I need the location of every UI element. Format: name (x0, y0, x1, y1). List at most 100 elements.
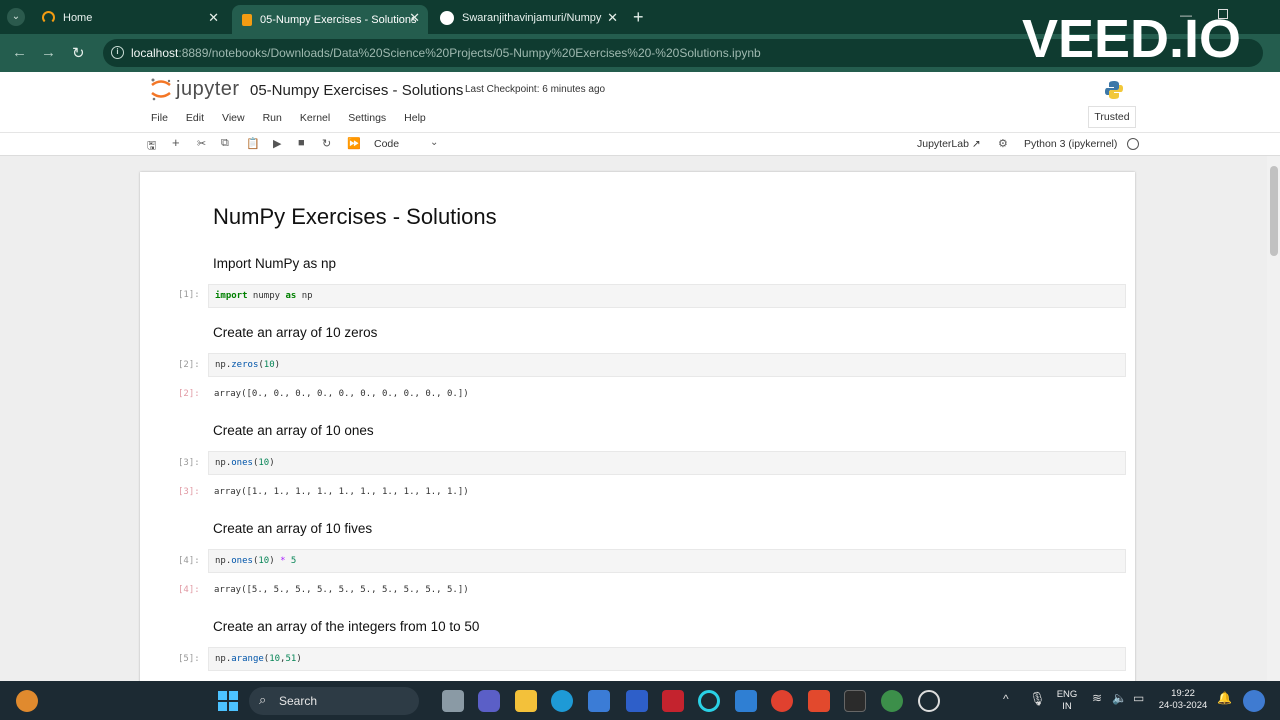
menu-edit[interactable]: Edit (186, 112, 204, 124)
terminal-icon[interactable] (844, 690, 866, 712)
notebook-favicon-icon (242, 13, 252, 26)
trusted-indicator[interactable]: Trusted (1088, 106, 1136, 128)
back-arrow-icon[interactable]: ← (12, 44, 27, 61)
mcafee-icon[interactable] (662, 690, 684, 712)
language-line2: IN (1062, 701, 1072, 712)
battery-icon[interactable]: ▭ (1133, 691, 1144, 705)
new-tab-button[interactable]: + (633, 7, 644, 28)
tab-search-button[interactable]: ⌄ (7, 8, 25, 26)
cell-output: array([1., 1., 1., 1., 1., 1., 1., 1., 1… (214, 487, 469, 497)
markdown-cell[interactable]: Create an array of 10 ones (213, 423, 374, 438)
jupyter-logo[interactable]: jupyter (150, 77, 240, 101)
clock[interactable]: 19:22 24-03-2024 (1153, 688, 1213, 712)
menu-bar: File Edit View Run Kernel Settings Help (151, 112, 444, 124)
site-info-icon[interactable]: i (111, 46, 124, 59)
code-cell[interactable]: np.arange(10,51) (208, 647, 1126, 671)
wifi-icon[interactable]: ≋ (1092, 691, 1102, 705)
paste-icon[interactable]: 📋 (246, 137, 260, 150)
stop-icon[interactable]: ■ (298, 137, 305, 149)
close-tab-icon[interactable]: ✕ (208, 10, 219, 26)
tab-home[interactable]: Home ✕ (32, 5, 227, 30)
menu-kernel[interactable]: Kernel (300, 112, 330, 124)
code-text: np.zeros(10) (215, 360, 281, 370)
cell-type-select[interactable]: Code (374, 138, 399, 150)
restart-icon[interactable]: ↻ (322, 137, 331, 150)
clock-time: 19:22 (1171, 688, 1195, 699)
insert-cell-icon[interactable]: + (172, 135, 180, 150)
task-view-icon[interactable] (442, 690, 464, 712)
store-icon[interactable] (588, 690, 610, 712)
copilot-icon[interactable] (1243, 690, 1265, 712)
jupyter-header: jupyter 05-Numpy Exercises - Solutions L… (0, 72, 1280, 156)
markdown-cell[interactable]: Import NumPy as np (213, 256, 336, 271)
run-icon[interactable]: ▶ (273, 137, 281, 150)
jupyterlab-link[interactable]: JupyterLab ↗ (917, 138, 981, 150)
close-tab-icon[interactable]: ✕ (607, 10, 618, 26)
search-label: Search (279, 694, 318, 708)
markdown-cell[interactable]: Create an array of the integers from 10 … (213, 619, 479, 634)
menu-help[interactable]: Help (404, 112, 426, 124)
code-cell[interactable]: np.ones(10) (208, 451, 1126, 475)
input-prompt: [2]: (178, 360, 200, 370)
cut-icon[interactable]: ✂ (197, 137, 206, 150)
menu-file[interactable]: File (151, 112, 168, 124)
jupyterlab-label: JupyterLab (917, 138, 969, 150)
jupyter-logo-icon (151, 78, 171, 101)
restart-run-all-icon[interactable]: ⏩ (347, 137, 361, 150)
teams-icon[interactable] (478, 690, 500, 712)
menu-settings[interactable]: Settings (348, 112, 386, 124)
notebook-title[interactable]: 05-Numpy Exercises - Solutions (250, 82, 463, 99)
jupyter-logo-text: jupyter (176, 77, 240, 100)
copy-icon[interactable]: ⧉ (221, 137, 229, 150)
markdown-cell[interactable]: Create an array of 10 fives (213, 521, 372, 536)
file-explorer-icon[interactable] (515, 690, 537, 712)
clock-date: 24-03-2024 (1158, 700, 1208, 711)
close-tab-icon[interactable]: ✕ (409, 10, 420, 26)
chevron-down-icon[interactable]: ⌄ (430, 137, 438, 148)
alexa-icon[interactable] (698, 690, 720, 712)
kernel-name[interactable]: Python 3 (ipykernel) (1024, 138, 1117, 150)
weather-widget-icon[interactable] (16, 690, 38, 712)
gear-icon[interactable]: ⚙ (998, 137, 1008, 150)
notebook-page: NumPy Exercises - Solutions Import NumPy… (140, 172, 1135, 681)
taskbar-search[interactable]: ⌕ Search (249, 687, 419, 715)
markdown-cell[interactable]: Create an array of 10 zeros (213, 325, 377, 340)
jupyter-favicon-icon (42, 11, 55, 24)
chrome-profile-icon[interactable] (881, 690, 903, 712)
output-prompt: [4]: (178, 585, 200, 595)
python-logo-icon (1104, 80, 1124, 105)
code-text: np.arange(10,51) (215, 654, 302, 664)
reload-icon[interactable]: ↻ (72, 44, 85, 62)
github-favicon-icon (440, 10, 454, 25)
windows-start-icon[interactable] (217, 690, 239, 712)
language-indicator[interactable]: ENG IN (1054, 689, 1080, 713)
volume-icon[interactable]: 🔈 (1112, 691, 1127, 705)
chrome-icon[interactable] (771, 690, 793, 712)
scrollbar[interactable] (1267, 156, 1280, 681)
forward-arrow-icon[interactable]: → (41, 44, 56, 61)
output-prompt: [3]: (178, 487, 200, 497)
tab-notebook[interactable]: 05-Numpy Exercises - Solutions ✕ (232, 5, 428, 34)
lync-icon[interactable] (626, 690, 648, 712)
notebook-toolbar: 🖫 + ✂ ⧉ 📋 ▶ ■ ↻ ⏩ Code ⌄ JupyterLab ↗ ⚙ … (0, 132, 1280, 156)
external-link-icon: ↗ (971, 138, 981, 150)
chevron-up-icon[interactable]: ^ (1003, 692, 1009, 706)
notebook-area: NumPy Exercises - Solutions Import NumPy… (0, 156, 1280, 681)
edge-icon[interactable] (551, 690, 573, 712)
menu-view[interactable]: View (222, 112, 245, 124)
notebook-heading: NumPy Exercises - Solutions (213, 204, 497, 229)
tab-github[interactable]: Swaranjithavinjamuri/Numpy-E ✕ (430, 5, 626, 30)
input-prompt: [1]: (178, 290, 200, 300)
scroll-thumb[interactable] (1270, 166, 1278, 256)
notification-bell-icon[interactable]: 🔔 (1217, 691, 1232, 705)
mail-icon[interactable] (735, 690, 757, 712)
code-cell[interactable]: np.ones(10) * 5 (208, 549, 1126, 573)
code-cell[interactable]: import numpy as np (208, 284, 1126, 308)
microphone-icon[interactable]: 🎙 (1029, 691, 1046, 707)
code-cell[interactable]: np.zeros(10) (208, 353, 1126, 377)
brave-icon[interactable] (808, 690, 830, 712)
chatgpt-icon[interactable] (918, 690, 940, 712)
menu-run[interactable]: Run (263, 112, 282, 124)
input-prompt: [5]: (178, 654, 200, 664)
save-icon[interactable]: 🖫 (147, 137, 156, 156)
